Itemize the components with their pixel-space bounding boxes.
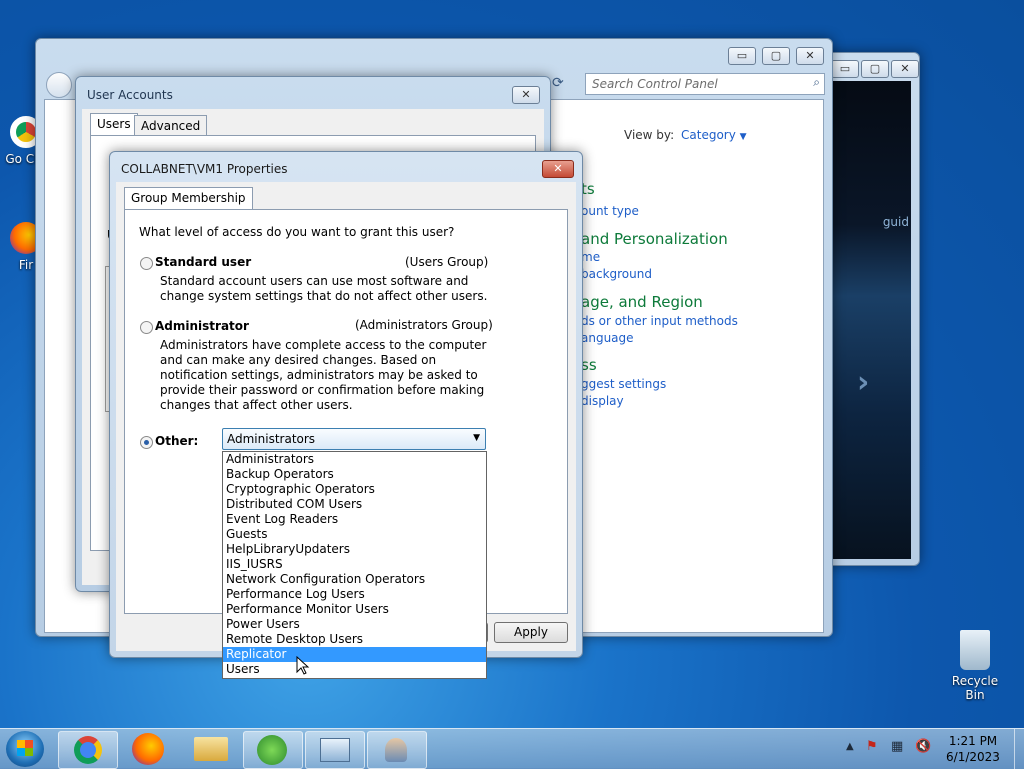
close-button[interactable]: ✕ <box>512 86 540 104</box>
dropdown-option[interactable]: Users <box>223 662 486 677</box>
media-center-icon <box>257 735 287 765</box>
show-hidden-icons-icon[interactable]: ▲ <box>846 741 854 752</box>
dropdown-option[interactable]: Network Configuration Operators <box>223 572 486 587</box>
close-button[interactable]: ✕ <box>891 60 919 78</box>
clock-date: 6/1/2023 <box>946 750 1000 764</box>
taskbar-file-explorer[interactable] <box>194 737 228 761</box>
show-desktop-button[interactable] <box>1014 729 1024 769</box>
action-center-icon[interactable]: ⚑ <box>866 739 878 754</box>
dropdown-option[interactable]: Performance Log Users <box>223 587 486 602</box>
other-radio[interactable] <box>140 436 153 449</box>
category-link[interactable]: background <box>581 267 652 281</box>
dropdown-option[interactable]: Backup Operators <box>223 467 486 482</box>
close-button[interactable]: ✕ <box>796 47 824 65</box>
other-group-selected: Administrators <box>227 432 316 446</box>
category-heading[interactable]: ts <box>581 180 595 198</box>
category-link[interactable]: anguage <box>581 331 634 345</box>
recycle-bin-icon <box>960 630 990 670</box>
refresh-icon[interactable]: ⟳ <box>552 75 564 91</box>
tab-advanced[interactable]: Advanced <box>134 115 208 136</box>
chrome-icon <box>74 736 102 764</box>
desktop-icon-label: Recycle Bin <box>951 674 999 702</box>
properties-title: COLLABNET\VM1 Properties <box>121 162 288 176</box>
maximize-button[interactable]: ▢ <box>861 60 889 78</box>
user-accounts-title: User Accounts <box>87 88 173 102</box>
administrator-radio[interactable] <box>140 321 153 334</box>
taskbar-firefox[interactable] <box>132 733 164 765</box>
category-heading[interactable]: age, and Region <box>581 293 703 311</box>
taskbar-chrome[interactable] <box>58 731 118 769</box>
category-heading[interactable]: ss <box>581 356 597 374</box>
control-panel-icon <box>320 738 350 762</box>
clock[interactable]: 1:21 PM 6/1/2023 <box>938 733 1008 765</box>
user-accounts-icon <box>385 738 407 762</box>
dropdown-arrow-icon: ▼ <box>739 132 747 142</box>
other-group-dropdown-list[interactable]: Administrators Backup Operators Cryptograp… <box>222 451 487 679</box>
dropdown-option[interactable]: Power Users <box>223 617 486 632</box>
category-link[interactable]: ggest settings <box>581 377 666 391</box>
next-arrow-icon[interactable]: › <box>857 365 869 400</box>
desktop-icon-recycle-bin[interactable]: Recycle Bin <box>942 630 1008 702</box>
view-by-label: View by: <box>624 128 675 142</box>
dropdown-option[interactable]: HelpLibraryUpdaters <box>223 542 486 557</box>
start-button[interactable] <box>6 731 44 767</box>
taskbar: ▲ ⚑ ▦ 🔇 1:21 PM 6/1/2023 <box>0 728 1024 769</box>
media-overlay-text: guid <box>882 215 909 229</box>
category-heading[interactable]: and Personalization <box>581 230 728 248</box>
dropdown-option[interactable]: Administrators <box>223 452 486 467</box>
standard-user-group: (Users Group) <box>405 255 489 269</box>
clock-time: 1:21 PM <box>948 734 998 748</box>
dropdown-option[interactable]: Remote Desktop Users <box>223 632 486 647</box>
standard-user-description: Standard account users can use most soft… <box>160 274 488 303</box>
taskbar-windows-media[interactable] <box>243 731 303 769</box>
category-link[interactable]: ount type <box>581 204 639 218</box>
other-label[interactable]: Other: <box>155 434 198 448</box>
access-question: What level of access do you want to gran… <box>139 225 455 239</box>
dropdown-option[interactable]: Replicator <box>223 647 486 662</box>
category-link[interactable]: me <box>581 250 600 264</box>
standard-user-label[interactable]: Standard user <box>155 255 251 269</box>
dropdown-option[interactable]: Cryptographic Operators <box>223 482 486 497</box>
windows-logo-icon <box>17 740 33 756</box>
taskbar-user-accounts[interactable] <box>367 731 427 769</box>
minimize-button[interactable]: ▭ <box>831 60 859 78</box>
minimize-button[interactable]: ▭ <box>728 47 756 65</box>
view-by-dropdown[interactable]: Category ▼ <box>681 128 747 142</box>
other-group-select[interactable]: Administrators ▼ <box>222 428 486 450</box>
dropdown-option[interactable]: Event Log Readers <box>223 512 486 527</box>
volume-muted-icon[interactable]: 🔇 <box>915 739 931 754</box>
standard-user-radio[interactable] <box>140 257 153 270</box>
close-button[interactable]: ✕ <box>542 160 574 178</box>
dropdown-arrow-icon: ▼ <box>473 433 480 443</box>
administrator-group: (Administrators Group) <box>355 318 493 332</box>
tab-users[interactable]: Users <box>90 113 138 136</box>
dropdown-option[interactable]: Distributed COM Users <box>223 497 486 512</box>
search-box[interactable]: Search Control Panel ⌕ <box>585 73 825 95</box>
category-link[interactable]: ds or other input methods <box>581 314 738 328</box>
view-by-value: Category <box>681 128 736 142</box>
dropdown-option[interactable]: Performance Monitor Users <box>223 602 486 617</box>
mouse-cursor-icon <box>296 656 310 675</box>
network-icon[interactable]: ▦ <box>891 739 903 754</box>
tab-group-membership[interactable]: Group Membership <box>124 187 253 210</box>
maximize-button[interactable]: ▢ <box>762 47 790 65</box>
administrator-label[interactable]: Administrator <box>155 319 249 333</box>
category-link[interactable]: display <box>581 394 624 408</box>
media-content: guid › <box>833 81 911 559</box>
search-icon: ⌕ <box>813 75 820 89</box>
search-input[interactable]: Search Control Panel <box>592 77 718 91</box>
apply-button[interactable]: Apply <box>494 622 568 643</box>
media-window[interactable]: ▭ ▢ ✕ guid › <box>820 52 920 566</box>
back-button[interactable] <box>46 72 72 98</box>
dropdown-option[interactable]: IIS_IUSRS <box>223 557 486 572</box>
dropdown-option[interactable]: Guests <box>223 527 486 542</box>
taskbar-control-panel[interactable] <box>305 731 365 769</box>
administrator-description: Administrators have complete access to t… <box>160 338 487 412</box>
